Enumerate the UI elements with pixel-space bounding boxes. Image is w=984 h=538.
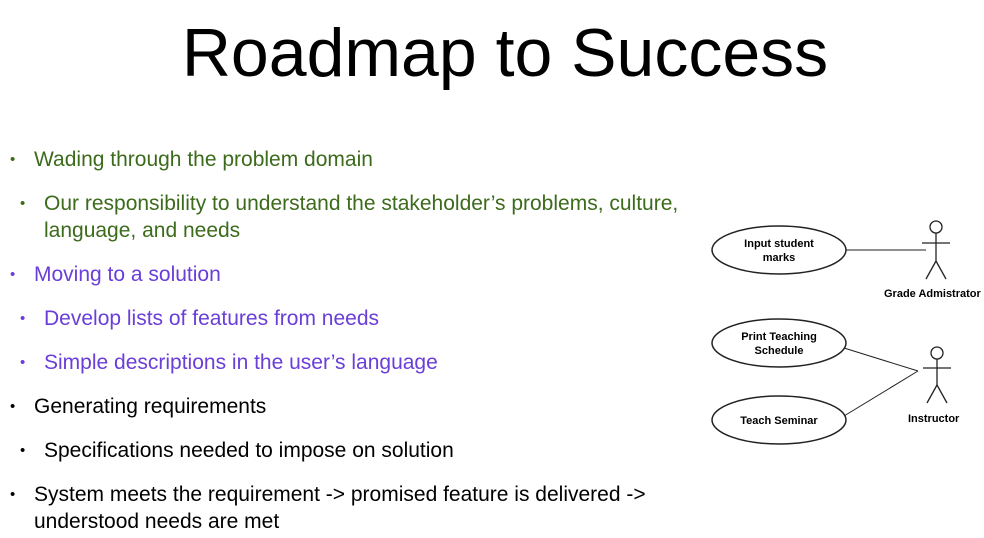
bullet-dot: •: [20, 310, 26, 327]
actor-figure: [923, 346, 951, 404]
bullet-item: • Wading through the problem domain: [10, 146, 674, 173]
actor-label: Grade Admistrator: [884, 288, 982, 300]
association-line: [843, 370, 919, 417]
bullet-dot: •: [10, 266, 16, 283]
bullet-text: Develop lists of features from needs: [44, 307, 379, 330]
bullet-dot: •: [20, 354, 26, 371]
bullet-dot: •: [10, 486, 16, 503]
use-case-label: Print Teaching: [741, 331, 817, 343]
bullet-dot: •: [10, 151, 16, 168]
bullet-dot: •: [20, 442, 26, 459]
bullet-dot: •: [10, 398, 16, 415]
bullet-text: Simple descriptions in the user’s langua…: [44, 351, 438, 374]
bullet-list: • Wading through the problem domain • Ou…: [0, 0, 720, 538]
association-line: [843, 347, 919, 372]
actor-figure: [922, 220, 950, 280]
bullet-text: System meets the requirement -> promised…: [34, 483, 646, 533]
use-case-label: Input student: [744, 238, 814, 250]
bullet-text: Moving to a solution: [34, 263, 221, 286]
slide: Roadmap to Success • Wading through the …: [0, 0, 984, 538]
use-case-label: Teach Seminar: [740, 415, 818, 427]
bullet-text: Wading through the problem domain: [34, 148, 373, 171]
bullet-item: • Specifications needed to impose on sol…: [20, 437, 684, 464]
use-case-ellipse: [711, 318, 847, 368]
bullet-item: • Develop lists of features from needs: [20, 305, 684, 332]
bullet-text: Generating requirements: [34, 395, 267, 418]
use-case-label: marks: [763, 252, 795, 264]
actor-label: Instructor: [908, 413, 960, 425]
use-case-label: Schedule: [755, 345, 804, 357]
bullet-item: • Generating requirements: [10, 393, 674, 420]
use-case-diagram: Input student marks Grade Admistrator Pr…: [684, 213, 984, 463]
bullet-item: • System meets the requirement -> promis…: [10, 481, 694, 535]
bullet-item: • Moving to a solution: [10, 261, 674, 288]
bullet-text: Specifications needed to impose on solut…: [44, 439, 454, 462]
bullet-dot: •: [20, 195, 26, 212]
bullet-item: • Our responsibility to understand the s…: [20, 190, 684, 244]
bullet-text: Our responsibility to understand the sta…: [44, 192, 679, 242]
use-case-ellipse: [711, 225, 847, 275]
bullet-item: • Simple descriptions in the user’s lang…: [20, 349, 684, 376]
